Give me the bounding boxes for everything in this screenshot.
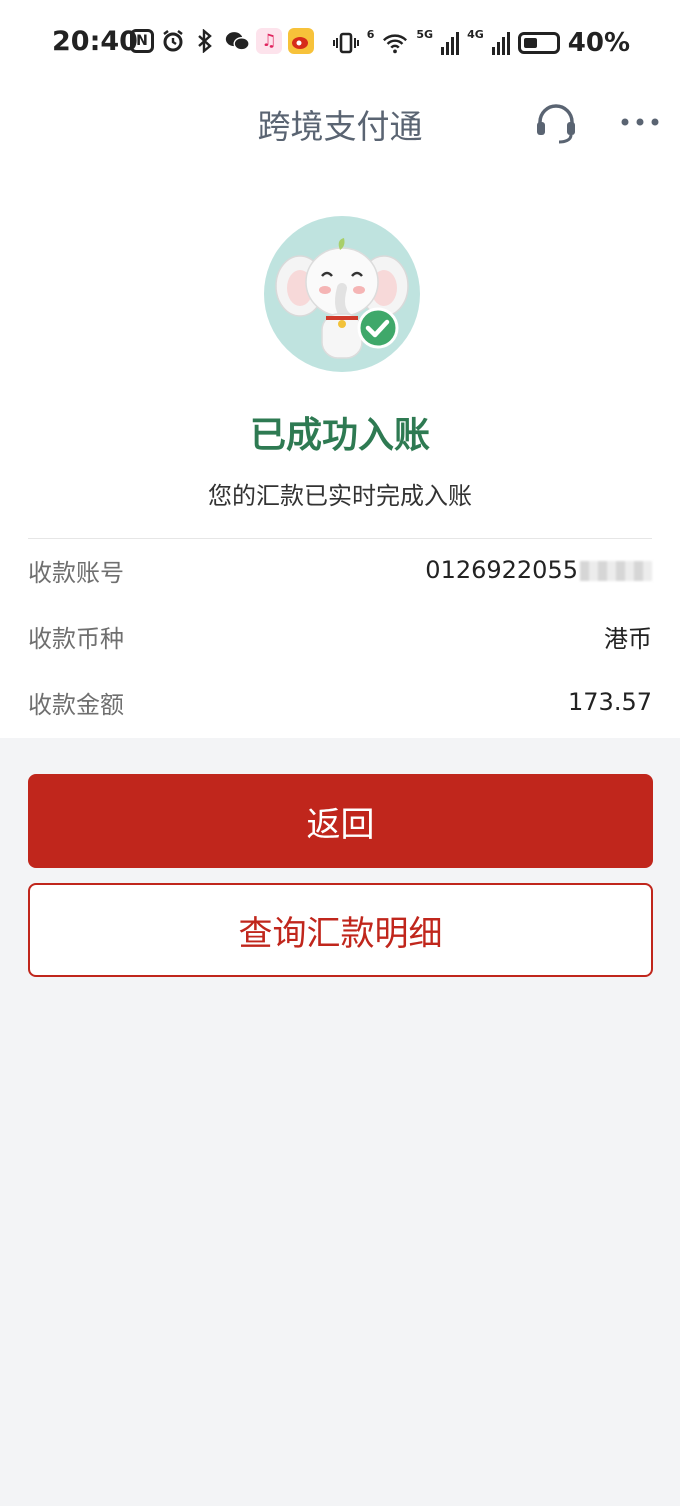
- detail-row-currency: 收款币种 港币: [28, 618, 652, 654]
- back-button[interactable]: 返回: [28, 774, 653, 868]
- detail-label: 收款币种: [28, 624, 124, 653]
- music-app-icon: ♫: [256, 28, 282, 54]
- success-subtitle: 您的汇款已实时完成入账: [208, 482, 472, 510]
- nav-bar: 跨境支付通: [0, 86, 680, 158]
- network-5g-label: 5G: [416, 28, 434, 41]
- notification-icons: N ♫: [130, 28, 314, 54]
- signal-5g-icon: [441, 31, 460, 55]
- result-card: 已成功入账 您的汇款已实时完成入账 收款账号 0126922055 收款币种 港…: [0, 158, 680, 738]
- detail-label: 收款金额: [28, 690, 124, 719]
- alarm-icon: [160, 28, 186, 54]
- weibo-icon: [288, 28, 314, 54]
- elephant-success-icon: [264, 216, 420, 372]
- detail-label: 收款账号: [28, 558, 124, 587]
- network-4g-label: 4G: [467, 28, 484, 41]
- account-number: 0126922055: [425, 556, 652, 584]
- status-time: 20:40: [52, 26, 138, 57]
- detail-row-amount: 收款金额 173.57: [28, 684, 652, 720]
- wifi-icon: [382, 30, 408, 56]
- signal-4g-icon: [491, 31, 510, 55]
- more-icon[interactable]: [618, 108, 662, 136]
- vibrate-icon: [332, 30, 359, 56]
- nfc-icon: N: [130, 29, 154, 53]
- battery-icon: [517, 32, 560, 54]
- battery-percent: 40%: [567, 28, 630, 58]
- masked-digits: [580, 561, 652, 581]
- detail-row-account: 收款账号 0126922055: [28, 552, 652, 588]
- bluetooth-icon: [192, 28, 218, 54]
- status-bar: 20:40 N ♫ 6 5G 4G 40%: [0, 0, 680, 86]
- headset-icon[interactable]: [532, 98, 580, 146]
- detail-value: 173.57: [568, 688, 652, 716]
- query-details-button[interactable]: 查询汇款明细: [28, 883, 653, 977]
- wifi-badge: 6: [366, 28, 375, 41]
- system-status-icons: 6 5G 4G 40%: [332, 28, 630, 58]
- wechat-icon: [224, 28, 250, 54]
- divider: [28, 538, 652, 539]
- success-title: 已成功入账: [249, 415, 430, 456]
- detail-value: 港币: [604, 624, 652, 653]
